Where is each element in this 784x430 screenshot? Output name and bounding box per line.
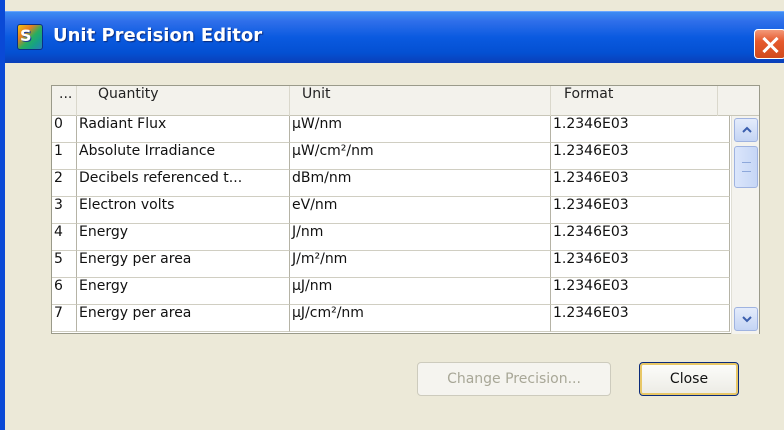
row-index-cell: 6 — [52, 278, 77, 305]
row-index-cell: 3 — [52, 197, 77, 224]
table-row[interactable]: 3 Electron volts eV/nm 1.2346E03 — [52, 197, 730, 224]
row-index-cell: 0 — [52, 116, 77, 143]
quantity-cell[interactable]: Radiant Flux — [77, 116, 290, 143]
table-row[interactable]: 2 Decibels referenced t... dBm/nm 1.2346… — [52, 170, 730, 197]
unit-cell[interactable]: J/nm — [290, 224, 551, 251]
chevron-up-icon — [742, 126, 752, 133]
close-button[interactable]: Close — [639, 362, 739, 396]
unit-cell[interactable]: dBm/nm — [290, 170, 551, 197]
column-header-index[interactable]: ... — [52, 86, 77, 116]
unit-cell[interactable]: μJ/nm — [290, 278, 551, 305]
table-header: ... Quantity Unit Format — [52, 86, 759, 116]
format-cell[interactable]: 1.2346E03 — [551, 143, 730, 170]
quantity-cell[interactable]: Decibels referenced t... — [77, 170, 290, 197]
table-row[interactable]: 7 Energy per area μJ/cm²/nm 1.2346E03 — [52, 305, 730, 332]
scroll-down-button[interactable] — [734, 307, 758, 331]
table-row[interactable]: 4 Energy J/nm 1.2346E03 — [52, 224, 730, 251]
vertical-scrollbar[interactable] — [731, 116, 759, 334]
scroll-up-button[interactable] — [734, 118, 758, 142]
table-row[interactable]: 1 Absolute Irradiance μW/cm²/nm 1.2346E0… — [52, 143, 730, 170]
close-icon[interactable] — [754, 29, 784, 59]
column-header-format[interactable]: Format — [551, 86, 718, 116]
format-cell[interactable]: 1.2346E03 — [551, 305, 730, 332]
format-cell[interactable]: 1.2346E03 — [551, 278, 730, 305]
format-cell[interactable]: 1.2346E03 — [551, 251, 730, 278]
table-row[interactable]: 5 Energy per area J/m²/nm 1.2346E03 — [52, 251, 730, 278]
unit-cell[interactable]: eV/nm — [290, 197, 551, 224]
scrollbar-thumb[interactable] — [734, 146, 758, 188]
table-row[interactable]: 6 Energy μJ/nm 1.2346E03 — [52, 278, 730, 305]
format-cell[interactable]: 1.2346E03 — [551, 197, 730, 224]
quantity-cell[interactable]: Energy per area — [77, 305, 290, 332]
precision-table: ... Quantity Unit Format 0 Radiant Flux … — [51, 85, 760, 334]
dialog-title: Unit Precision Editor — [53, 25, 263, 46]
row-index-cell: 7 — [52, 305, 77, 332]
dialog-window: S Unit Precision Editor ... Quantity Uni… — [0, 0, 784, 430]
row-index-cell: 1 — [52, 143, 77, 170]
format-cell[interactable]: 1.2346E03 — [551, 170, 730, 197]
row-index-cell: 5 — [52, 251, 77, 278]
unit-cell[interactable]: μW/cm²/nm — [290, 143, 551, 170]
unit-cell[interactable]: μJ/cm²/nm — [290, 305, 551, 332]
table-row[interactable]: 0 Radiant Flux μW/nm 1.2346E03 — [52, 116, 730, 143]
quantity-cell[interactable]: Absolute Irradiance — [77, 143, 290, 170]
column-header-unit[interactable]: Unit — [290, 86, 551, 116]
column-header-quantity[interactable]: Quantity — [77, 86, 290, 116]
quantity-cell[interactable]: Energy — [77, 224, 290, 251]
row-index-cell: 4 — [52, 224, 77, 251]
app-logo-letter: S — [20, 26, 32, 45]
unit-cell[interactable]: μW/nm — [290, 116, 551, 143]
change-precision-button[interactable]: Change Precision... — [417, 362, 611, 396]
table-body: 0 Radiant Flux μW/nm 1.2346E03 1 Absolut… — [52, 116, 730, 334]
quantity-cell[interactable]: Electron volts — [77, 197, 290, 224]
title-bar[interactable]: S Unit Precision Editor — [5, 11, 784, 63]
format-cell[interactable]: 1.2346E03 — [551, 224, 730, 251]
unit-cell[interactable]: J/m²/nm — [290, 251, 551, 278]
chevron-down-icon — [742, 316, 752, 323]
format-cell[interactable]: 1.2346E03 — [551, 116, 730, 143]
row-index-cell: 2 — [52, 170, 77, 197]
quantity-cell[interactable]: Energy — [77, 278, 290, 305]
quantity-cell[interactable]: Energy per area — [77, 251, 290, 278]
app-logo-icon: S — [17, 24, 43, 50]
